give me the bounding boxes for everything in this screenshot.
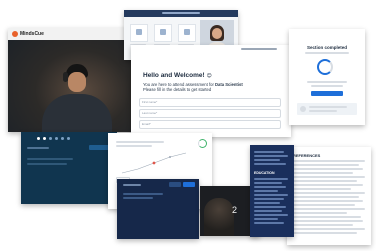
option-tile-2[interactable] <box>154 24 172 42</box>
option-icon-3 <box>184 29 190 35</box>
role-name: Data Scientist <box>215 82 243 87</box>
submit-code-button[interactable] <box>183 182 195 187</box>
video-counter-label: 2 <box>232 205 238 215</box>
question-panel-dark <box>21 132 117 204</box>
brand-logo-icon <box>12 31 18 37</box>
candidate-video-card: MindsCue <box>8 28 132 132</box>
last-name-placeholder: Last name* <box>142 111 158 115</box>
option-tile-1[interactable] <box>130 24 148 42</box>
education-heading: EDUCATION <box>254 171 275 175</box>
brand-name: MindsCue <box>20 31 44 37</box>
progress-ring <box>317 59 333 75</box>
welcome-title: Hello and Welcome! 😊 <box>143 72 212 79</box>
first-name-placeholder: First name* <box>142 100 158 104</box>
welcome-line-2: Please fill in the details to get starte… <box>143 87 212 92</box>
last-name-field[interactable]: Last name* <box>139 109 281 118</box>
registration-form-card: Hello and Welcome! 😊 You are here to att… <box>131 45 291 137</box>
smile-icon: 😊 <box>206 73 212 79</box>
timer-ring <box>198 139 207 148</box>
first-name-field[interactable]: First name* <box>139 98 281 107</box>
section-complete-card: Section completed <box>289 29 365 125</box>
resume-card: REFERENCES <box>287 147 371 245</box>
line-sketch <box>121 152 187 174</box>
next-section-button[interactable] <box>311 91 343 96</box>
option-tile-3[interactable] <box>178 24 196 42</box>
brand-bar: MindsCue <box>8 28 132 40</box>
email-placeholder: Email* <box>142 122 151 126</box>
code-editor-card <box>117 179 199 239</box>
section-complete-title: Section completed <box>306 45 347 50</box>
email-field[interactable]: Email* <box>139 120 281 129</box>
option-icon-2 <box>160 29 166 35</box>
resume-sidebar-card: EDUCATION <box>250 145 294 237</box>
option-icon-1 <box>136 29 142 35</box>
run-button[interactable] <box>169 182 181 187</box>
question-stepper <box>37 137 87 140</box>
info-box <box>297 103 357 115</box>
references-heading: REFERENCES <box>293 153 321 158</box>
